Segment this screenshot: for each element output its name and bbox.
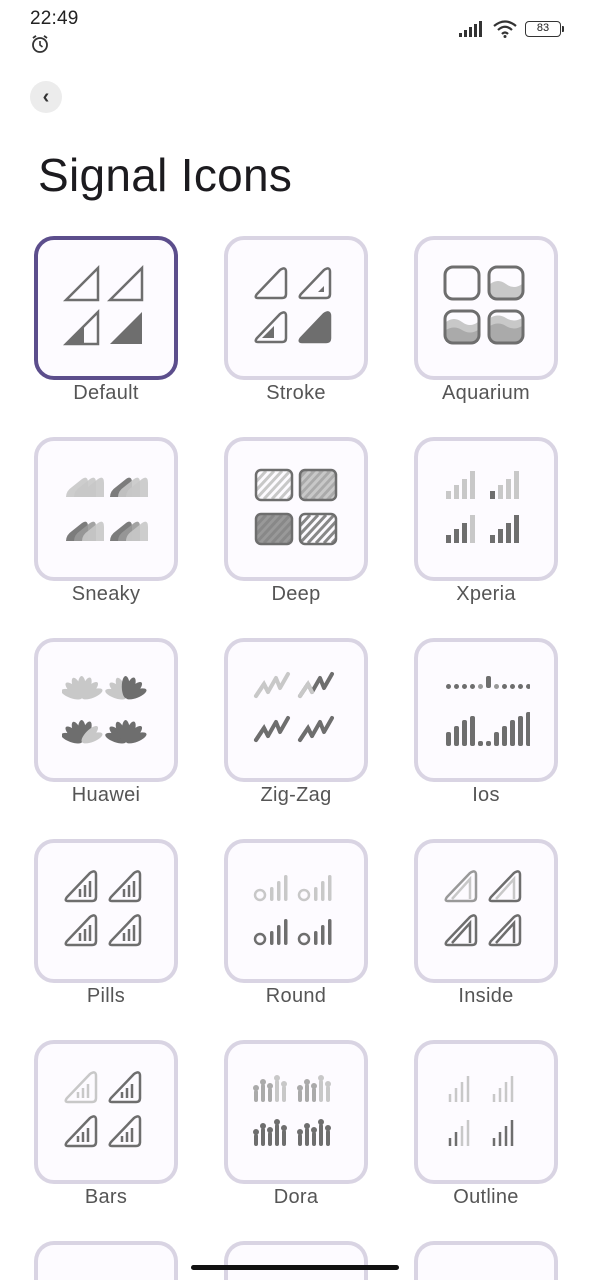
icon-style-tile-ios[interactable]	[414, 638, 558, 782]
icon-style-tile-xperia[interactable]	[414, 437, 558, 581]
icon-style-tile-inside[interactable]	[414, 839, 558, 983]
icon-style-tile-outline[interactable]	[414, 1040, 558, 1184]
icon-style-label: Aquarium	[442, 382, 530, 404]
icon-style-label: Ios	[472, 784, 500, 806]
icon-style-label: Stroke	[266, 382, 326, 404]
signal-style-preview-icon	[62, 264, 144, 346]
icon-style-tile-pills[interactable]	[34, 839, 178, 983]
battery-indicator: 83	[525, 21, 564, 37]
page-title: Signal Icons	[38, 149, 293, 201]
alarm-icon	[32, 35, 48, 53]
signal-style-preview-icon	[446, 676, 530, 746]
icon-style-tile-deep[interactable]	[224, 437, 368, 581]
chevron-left-icon: ‹	[42, 85, 50, 108]
home-indicator	[191, 1265, 399, 1270]
icon-style-label: Outline	[453, 1186, 519, 1208]
icon-style-tile-stroke[interactable]	[224, 236, 368, 380]
back-button[interactable]: ‹	[30, 81, 62, 113]
signal-style-preview-icon	[254, 267, 332, 344]
status-time: 22:49	[30, 8, 79, 29]
icon-style-tile-partial[interactable]	[224, 1241, 368, 1280]
status-bar: 22:49 83	[0, 0, 591, 60]
icon-style-label: Inside	[458, 985, 514, 1007]
icon-style-label: Xperia	[456, 583, 516, 605]
signal-style-preview-icon	[446, 471, 519, 543]
signal-style-preview-icon	[444, 870, 522, 947]
icon-style-tile-partial[interactable]	[414, 1241, 558, 1280]
icon-style-label: Deep	[271, 583, 321, 605]
icon-style-tile-partial[interactable]	[34, 1241, 178, 1280]
icon-style-label: Dora	[273, 1186, 319, 1208]
signal-style-preview-icon	[443, 265, 525, 345]
icon-style-label: Huawei	[71, 784, 141, 806]
icon-style-tile-huawei[interactable]	[34, 638, 178, 782]
icon-style-tile-sneaky[interactable]	[34, 437, 178, 581]
icon-style-tile-round[interactable]	[224, 839, 368, 983]
icon-style-label: Zig-Zag	[260, 784, 332, 806]
icon-style-tile-aquarium[interactable]	[414, 236, 558, 380]
status-icons: 83	[459, 20, 564, 38]
signal-style-preview-icon	[253, 1075, 331, 1146]
icon-style-label: Sneaky	[71, 583, 141, 605]
signal-style-preview-icon	[254, 468, 338, 546]
signal-style-preview-icon	[64, 870, 142, 947]
signal-style-preview-icon	[64, 1071, 142, 1148]
signal-style-preview-icon	[448, 1076, 514, 1146]
icon-style-tile-dora[interactable]	[224, 1040, 368, 1184]
signal-style-preview-icon	[253, 875, 332, 946]
wifi-icon	[493, 20, 517, 38]
signal-style-preview-icon	[254, 672, 334, 742]
icon-style-label: Pills	[86, 985, 126, 1007]
icon-style-label: Bars	[84, 1186, 128, 1208]
icon-style-label: Round	[265, 985, 327, 1007]
icon-style-tile-default[interactable]	[34, 236, 178, 380]
icon-style-tile-bars[interactable]	[34, 1040, 178, 1184]
signal-style-preview-icon	[66, 477, 148, 541]
icon-style-tile-zig-zag[interactable]	[224, 638, 368, 782]
cellular-signal-icon	[459, 21, 482, 37]
icon-style-label: Default	[73, 382, 139, 404]
signal-style-preview-icon	[62, 676, 147, 744]
